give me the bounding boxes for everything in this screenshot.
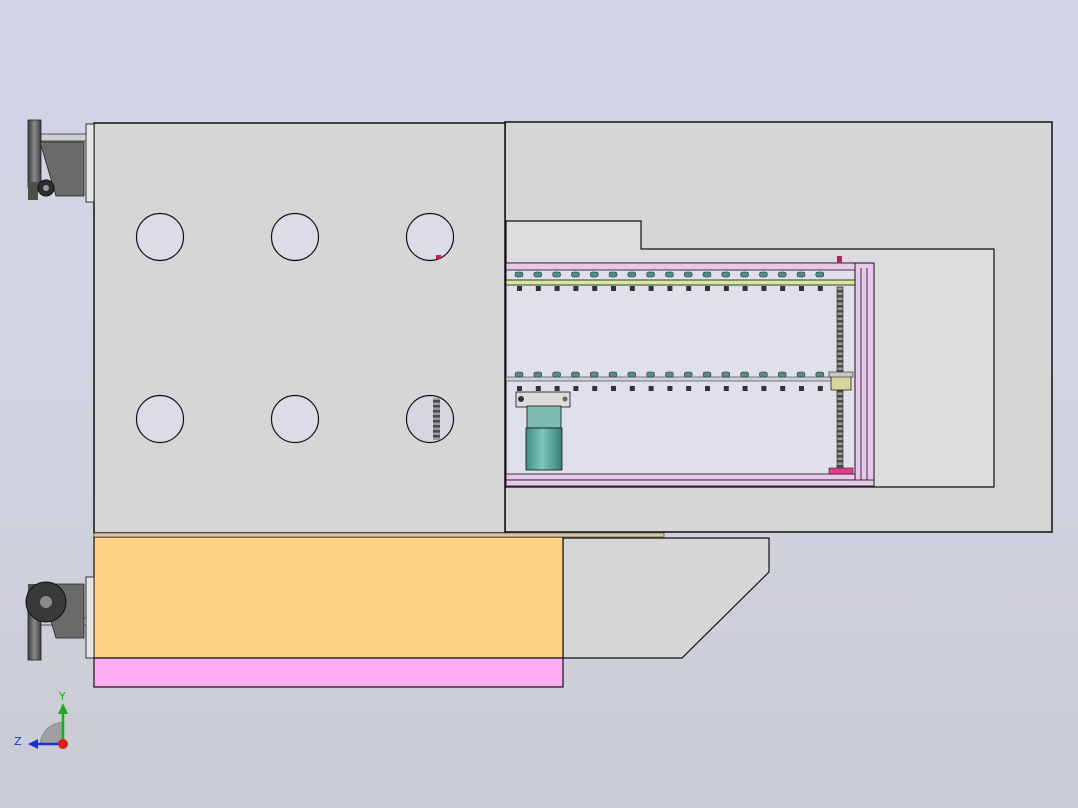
chain-pin [780,386,786,391]
chain-link [552,371,561,378]
chain-link [608,271,618,278]
chain-link [665,271,674,278]
chain-link [646,371,655,378]
chain-pin [554,286,560,291]
caster-top [27,119,87,200]
chain-pin [667,286,673,291]
chain-pin [592,386,598,391]
chain-link [627,271,637,278]
chain-pin [817,386,823,391]
chain-link [683,271,693,278]
chain-pin [667,386,673,391]
chain-pin [611,386,616,391]
chain-link [552,271,561,278]
chain-link [759,271,768,278]
chain-pin [723,386,729,391]
chain-pin [629,286,635,291]
y-arrow-head [58,703,68,714]
chain-link [589,271,599,278]
chain-link [796,271,806,278]
chain-pin [535,386,541,391]
panel-hole [405,212,455,262]
chain-pin [686,286,692,291]
chain-link [533,271,543,278]
chain-link [533,371,543,378]
base-assembly [85,532,770,688]
chain-pin [648,386,654,391]
chain-pin [799,386,804,391]
chain-link [815,371,825,378]
chain-pin [780,286,786,291]
left-panel [85,122,506,534]
chain-pin [686,386,692,391]
cad-viewport[interactable]: Y Z [0,0,1078,808]
chain-pin [817,286,823,291]
chain-link [571,271,580,278]
chain-link [627,371,637,378]
chain-link [683,371,693,378]
chain-pin [592,286,598,291]
chain-link [721,271,731,278]
chain-link [740,271,749,278]
chain-link [571,371,580,378]
z-axis-label: Z [14,735,22,748]
chain-pin [705,286,710,291]
chain-pin [517,286,522,291]
chain-pin [573,386,579,391]
y-axis-label: Y [58,690,66,703]
panel-hole [405,394,455,444]
chain-pin [761,286,767,291]
chain-pin [611,286,616,291]
panel-hole [135,394,185,444]
z-arrow-head [28,739,38,749]
chain-pin [742,386,748,391]
chain-link [665,371,674,378]
chain-pin [554,386,560,391]
chain-link [608,371,618,378]
orientation-triad: Y Z [14,690,68,749]
chain-link [777,371,787,378]
chain-pin [799,286,804,291]
chain-link [589,371,599,378]
chain-link [514,271,524,278]
chain-pin [629,386,635,391]
chain-link [721,371,731,378]
caster-bottom [25,581,87,661]
chain-link [702,371,712,378]
chain-link [777,271,787,278]
chain-link [702,271,712,278]
chain-pin [573,286,579,291]
chain-pin [517,386,522,391]
chain-link [740,371,749,378]
panel-hole [270,394,320,444]
chain-pin [705,386,710,391]
chain-pin [648,286,654,291]
chain-pin [535,286,541,291]
chain-link [646,271,655,278]
chain-link [759,371,768,378]
chain-pin [761,386,767,391]
chain-pin [723,286,729,291]
chain-link [815,271,825,278]
chain-link [514,371,524,378]
x-axis-dot [58,739,68,749]
panel-hole [135,212,185,262]
chain-pin [742,286,748,291]
chain-link [796,371,806,378]
panel-hole [270,212,320,262]
cad-drawing[interactable]: Y Z [0,0,1078,808]
